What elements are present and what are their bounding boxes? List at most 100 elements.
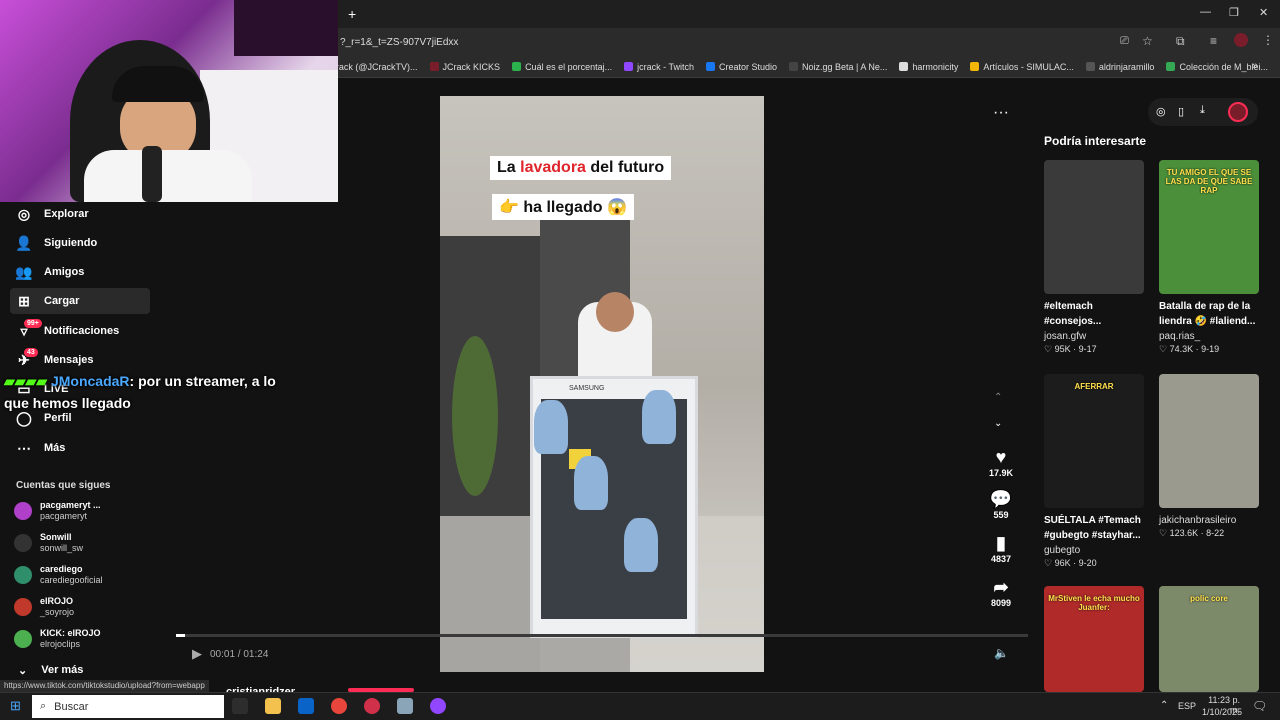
followed-account[interactable]: elROJO _soyrojo <box>14 592 164 622</box>
sidebar-item-label: Más <box>44 442 66 454</box>
video-thumbnail[interactable]: AFERRAR <box>1044 374 1144 508</box>
video-author[interactable]: paq.rias_ <box>1159 330 1263 343</box>
avatar <box>14 502 32 520</box>
video-thumbnail[interactable]: MrStiven le echa mucho Juanfer: <box>1044 586 1144 692</box>
video-thumbnail[interactable]: polic core <box>1159 586 1259 692</box>
white-shirt <box>84 150 252 202</box>
followed-account[interactable]: Sonwill sonwill_sw <box>14 528 164 558</box>
chrome-icon[interactable] <box>331 698 347 714</box>
taskbar-search[interactable]: ⌕ Buscar <box>32 695 224 718</box>
recommended-video-card[interactable]: #eltemach #consejos... josan.gfw ♡ 95K · 9… <box>1044 160 1148 356</box>
share-button[interactable]: ➦ 8099 <box>986 576 1016 608</box>
volume-icon[interactable]: 🔈 <box>994 646 1009 660</box>
brain-sticker <box>642 390 676 444</box>
bookmark-item[interactable]: Creator Studio <box>705 61 777 72</box>
bookmarks-overflow-icon[interactable]: » <box>1252 60 1258 72</box>
avatar <box>14 566 32 584</box>
obs-icon[interactable] <box>364 698 380 714</box>
bookmark-item[interactable]: Noiz.gg Beta | A Ne... <box>788 62 887 72</box>
video-thumbnail[interactable] <box>1044 160 1144 294</box>
bookmark-item[interactable]: JCrack KICKS <box>429 62 500 72</box>
recommended-video-card[interactable]: AFERRAR SUÉLTALA #Temach #gubegto #stayha… <box>1044 374 1148 570</box>
cast-icon[interactable]: ⎚ <box>1120 35 1129 48</box>
bookmark-item[interactable]: aldrinjaramillo <box>1085 62 1154 72</box>
avatar <box>14 598 32 616</box>
outlook-icon[interactable] <box>298 698 314 714</box>
recommended-video-card[interactable]: TU AMIGO EL QUE SE LAS DA DE QUE SABE RA… <box>1159 160 1263 356</box>
upload-icon: ⊞ <box>18 292 30 309</box>
bookmark-item[interactable]: Artículos - SIMULAC... <box>970 62 1074 72</box>
next-video-icon[interactable]: ⌄ <box>994 418 1002 429</box>
video-author[interactable]: gubegto <box>1044 544 1148 557</box>
sidebar-item-friends[interactable]: 👥 Amigos <box>10 259 150 285</box>
tool-pill: ◎ ▯ ⤓ <box>1148 98 1258 126</box>
video-progress-bar[interactable] <box>176 634 1028 637</box>
like-count: 95K <box>1054 344 1071 354</box>
profile-avatar[interactable] <box>1234 33 1248 47</box>
language-indicator[interactable]: ESP <box>1178 701 1196 711</box>
video-thumbnail[interactable]: TU AMIGO EL QUE SE LAS DA DE QUE SABE RA… <box>1159 160 1259 294</box>
sidebar-item-upload[interactable]: ⊞ Cargar <box>10 288 150 314</box>
search-placeholder: Buscar <box>54 700 89 713</box>
followed-account[interactable]: carediego carediegooficial <box>14 560 164 590</box>
see-more-button[interactable]: ⌄ Ver más <box>18 664 83 677</box>
bookmark-label: Artículos - SIMULAC... <box>983 61 1074 72</box>
sidebar-item-compass[interactable]: ◎ Explorar <box>10 201 150 227</box>
account-handle: elrojoclips <box>40 639 81 649</box>
extensions-icon[interactable]: ⧉ <box>1176 34 1185 49</box>
download-icon[interactable]: ⤓ <box>1200 104 1205 117</box>
coin-icon[interactable]: ◎ <box>1156 105 1166 118</box>
sidebar-item-following[interactable]: 👤 Siguiendo <box>10 230 150 256</box>
play-icon[interactable]: ▶ <box>192 646 202 662</box>
previous-video-icon[interactable]: ⌃ <box>994 392 1002 403</box>
sidebar-item-inbox[interactable]: ▿ 99+ Notificaciones <box>10 318 150 344</box>
profile-avatar[interactable] <box>1228 102 1248 122</box>
bookmark-star-icon[interactable]: ☆ <box>1142 34 1153 48</box>
bookmark-item[interactable]: jcrack - Twitch <box>624 62 694 72</box>
minimize-button[interactable]: — <box>1200 6 1211 18</box>
app-icon[interactable] <box>397 698 413 714</box>
tray-chevron-icon[interactable]: ⌃ <box>1160 700 1168 711</box>
bookmark-item[interactable]: Cuál es el porcentaj... <box>512 62 612 72</box>
device-icon[interactable]: ▯ <box>1178 105 1184 118</box>
video-title[interactable]: #eltemach #consejos... <box>1044 299 1148 329</box>
plant <box>452 336 498 496</box>
chat-overlay: ▰▰▰▰ JMoncadaR: por un streamer, a lo qu… <box>4 370 304 414</box>
more-options-icon[interactable]: ··· <box>993 104 1009 122</box>
bookmark-item[interactable]: harmonicity <box>899 62 958 72</box>
browser-menu-icon[interactable]: ⋮ <box>1262 33 1274 47</box>
recommended-video-card[interactable]: polic core <box>1159 586 1263 692</box>
like-count: 123.6K <box>1169 528 1199 538</box>
clock-date[interactable]: 1/10/2025 <box>1202 707 1242 717</box>
recommended-video-card[interactable]: MrStiven le echa mucho Juanfer: <box>1044 586 1148 692</box>
notifications-icon[interactable]: 🗨 <box>1252 699 1267 713</box>
windows-start-icon[interactable]: ⊞ <box>10 698 21 714</box>
followed-account[interactable]: pacgameryt ... pacgameryt <box>14 496 164 526</box>
video-title[interactable]: SUÉLTALA #Temach #gubegto #stayhar... <box>1044 513 1148 543</box>
followed-account[interactable]: KICK: elROJO elrojoclips <box>14 624 164 654</box>
account-name: Sonwill <box>40 532 72 542</box>
thumbnail-overlay-text: TU AMIGO EL QUE SE LAS DA DE QUE SABE RA… <box>1165 168 1253 195</box>
close-window-button[interactable]: ✕ <box>1259 6 1268 19</box>
bookmark-favicon-icon <box>970 62 980 71</box>
video-author[interactable]: josan.gfw <box>1044 330 1148 343</box>
like-button[interactable]: ♥ 17.9K <box>986 446 1016 478</box>
video-author[interactable]: jakichanbrasileiro <box>1159 514 1263 527</box>
video-player[interactable]: SAMSUNG La lavadora del futuro 👉 ha lleg… <box>440 96 764 672</box>
recommended-video-card[interactable]: jakichanbrasileiro ♡ 123.6K · 8-22 <box>1159 374 1263 540</box>
sidebar-item-more[interactable]: ⋯ Más <box>10 435 150 461</box>
video-thumbnail[interactable] <box>1159 374 1259 508</box>
comment-button[interactable]: 💬 559 <box>986 488 1016 520</box>
bookmark-label: Creator Studio <box>718 61 777 72</box>
video-title[interactable]: Batalla de rap de la liendra 🤣 #laliend.… <box>1159 299 1263 329</box>
comment-count: 559 <box>993 510 1009 520</box>
new-tab-button[interactable]: + <box>348 6 356 22</box>
restore-button[interactable]: ❐ <box>1229 6 1239 19</box>
task-view-icon[interactable] <box>232 698 248 714</box>
save-button[interactable]: ▮ 4837 <box>986 532 1016 564</box>
media-control-icon[interactable]: ≡ <box>1210 34 1217 48</box>
account-handle: sonwill_sw <box>40 543 84 553</box>
twitch-icon[interactable] <box>430 698 446 714</box>
file-explorer-icon[interactable] <box>265 698 281 714</box>
url-text[interactable]: ?_r=1&_t=ZS-907V7jiEdxx <box>340 37 458 48</box>
